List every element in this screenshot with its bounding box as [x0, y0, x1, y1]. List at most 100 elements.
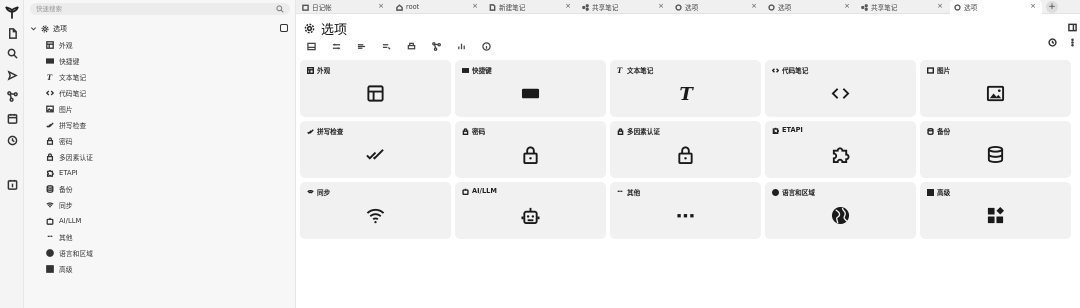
history-icon[interactable] [6, 134, 18, 146]
dots-icon: ··· [617, 187, 623, 196]
wifi-icon [366, 205, 386, 225]
lock-icon [45, 137, 54, 146]
tree-root-options[interactable]: 选项 [30, 22, 292, 35]
options-grid: 外观 快捷键 T 文本笔记 T 代码笔记 图片 拼写检查 密码 多因素认证 ET… [300, 60, 1073, 239]
card-backup[interactable]: 备份 [920, 121, 1071, 178]
tree-item-etapi[interactable]: ETAPI [45, 166, 78, 180]
today-icon[interactable] [6, 178, 18, 190]
close-icon[interactable]: × [658, 2, 664, 10]
outline-icon[interactable] [354, 41, 368, 51]
similar-notes-icon[interactable] [379, 41, 393, 51]
chevron-down-icon[interactable] [30, 25, 37, 32]
card-ai-llm[interactable]: AI/LLM [455, 182, 606, 239]
card-language[interactable]: 语言和区域 [765, 182, 916, 239]
tree-root-label: 选项 [53, 24, 67, 33]
close-icon[interactable]: × [844, 2, 850, 10]
tree-item-code-notes[interactable]: 代码笔记 [45, 86, 86, 100]
search-input[interactable]: 快速搜索 [30, 3, 290, 15]
close-icon[interactable]: × [565, 2, 571, 10]
widgets-icon [45, 265, 54, 274]
keyboard-icon [521, 83, 541, 103]
tree-item-backup[interactable]: 备份 [45, 182, 73, 196]
tab-options[interactable]: 选项 × [764, 0, 856, 14]
add-tab-button[interactable]: + [1046, 1, 1058, 13]
print-icon[interactable] [404, 41, 418, 51]
attributes-icon[interactable] [329, 41, 343, 51]
tab-shared-notes[interactable]: 共享笔记 × [578, 0, 670, 14]
toggle-panel-icon[interactable] [1068, 23, 1078, 33]
tab-options[interactable]: 选项 × [671, 0, 763, 14]
card-appearance[interactable]: 外观 [300, 60, 451, 117]
tree-item-shortcuts[interactable]: 快捷键 [45, 54, 79, 68]
layout-icon [366, 83, 386, 103]
wifi-icon [307, 189, 314, 196]
tree-item-ai-llm[interactable]: AI/LLM [45, 214, 81, 228]
card-sync[interactable]: 同步 [300, 182, 451, 239]
card-mfa[interactable]: 多因素认证 [610, 121, 761, 178]
close-icon[interactable]: × [378, 2, 384, 10]
note-map-icon[interactable] [429, 41, 443, 51]
note-toolbar [304, 40, 493, 52]
close-icon[interactable]: × [472, 2, 478, 10]
more-menu-icon[interactable] [1068, 38, 1078, 48]
jump-to-icon[interactable] [6, 69, 18, 81]
card-other[interactable]: ··· 其他 [610, 182, 761, 239]
mfa-lock-icon [45, 153, 54, 162]
launcher-rail [0, 0, 24, 308]
app-logo-icon[interactable] [4, 4, 20, 20]
search-icon[interactable] [276, 5, 284, 13]
tab-options-active[interactable]: 选项 × [950, 0, 1042, 14]
card-spellcheck[interactable]: 拼写检查 [300, 121, 451, 178]
tree-item-sync[interactable]: 同步 [45, 198, 73, 212]
note-info-icon[interactable] [304, 41, 318, 51]
card-advanced[interactable]: 高级 [920, 182, 1071, 239]
search-placeholder: 快速搜索 [36, 5, 62, 13]
tree-item-mfa[interactable]: 多因素认证 [45, 150, 93, 164]
globe-icon [45, 249, 54, 258]
tree-item-images[interactable]: 图片 [45, 102, 73, 116]
database-icon [45, 185, 54, 194]
card-text-notes[interactable]: T 文本笔记 T [610, 60, 761, 117]
history-icon[interactable] [1048, 38, 1058, 48]
keyboard-icon [45, 57, 54, 66]
close-icon[interactable]: × [937, 2, 943, 10]
image-icon [927, 66, 934, 74]
widgets-icon [986, 205, 1006, 225]
note-tree-panel: 快速搜索 选项 外观 快捷键 T 文本笔记 代码笔记 图片 拼写检查 密码 多因素… [24, 0, 296, 308]
text-icon: T [46, 72, 53, 82]
lock-icon [521, 144, 541, 164]
search-icon[interactable] [6, 47, 18, 59]
image-icon [986, 83, 1006, 103]
tab-shared-notes[interactable]: 共享笔记 × [857, 0, 949, 14]
code-icon [45, 89, 54, 98]
card-shortcuts[interactable]: 快捷键 [455, 60, 606, 117]
tree-item-spellcheck[interactable]: 拼写检查 [45, 118, 86, 132]
tree-item-text-notes[interactable]: T 文本笔记 [45, 70, 86, 84]
gear-icon [304, 23, 315, 34]
tree-item-language[interactable]: 语言和区域 [45, 246, 93, 260]
card-images[interactable]: 图片 [920, 60, 1071, 117]
new-note-icon[interactable] [6, 27, 18, 39]
dots-icon [676, 205, 696, 225]
spellcheck-icon [307, 128, 314, 135]
code-icon [772, 67, 779, 74]
info-icon[interactable] [479, 41, 493, 51]
relation-map-icon[interactable] [6, 90, 18, 102]
calendar-icon[interactable] [6, 112, 18, 124]
card-code-notes[interactable]: 代码笔记 [765, 60, 916, 117]
stats-icon[interactable] [454, 41, 468, 51]
book-icon[interactable] [280, 24, 288, 32]
tab-root[interactable]: root × [392, 0, 484, 14]
tree-item-appearance[interactable]: 外观 [45, 38, 73, 52]
gear-icon [768, 3, 775, 11]
tree-item-other[interactable]: ··· 其他 [45, 230, 73, 244]
tree-item-password[interactable]: 密码 [45, 134, 73, 148]
close-icon[interactable]: × [751, 2, 757, 10]
tree-item-advanced[interactable]: 高级 [45, 262, 73, 276]
tab-journal[interactable]: 日记帐 × [298, 0, 390, 14]
card-password[interactable]: 密码 [455, 121, 606, 178]
card-etapi[interactable]: ETAPI [765, 121, 916, 178]
tab-new-note[interactable]: 新建笔记 × [485, 0, 577, 14]
layout-icon [307, 66, 314, 74]
close-icon[interactable]: × [1030, 2, 1036, 10]
